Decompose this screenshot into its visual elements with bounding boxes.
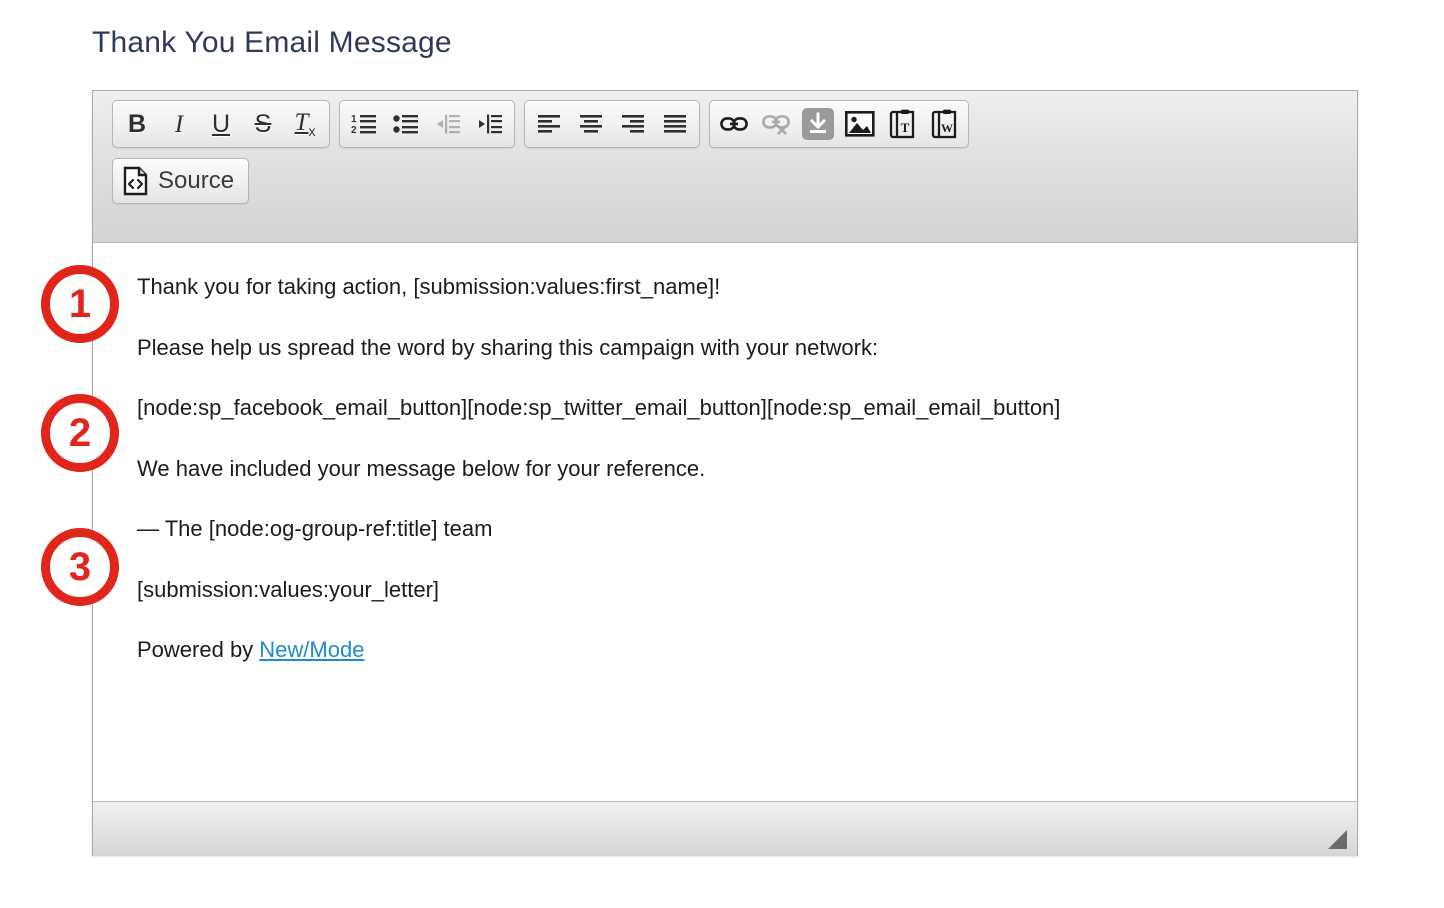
paste-from-word-button[interactable]: W bbox=[923, 103, 965, 145]
align-right-button[interactable] bbox=[612, 103, 654, 145]
toolbar-group-insert: T W bbox=[709, 100, 969, 148]
paste-as-text-button[interactable]: T bbox=[881, 103, 923, 145]
powered-by-prefix: Powered by bbox=[137, 637, 260, 662]
strikethrough-icon: S bbox=[254, 109, 272, 138]
align-center-button[interactable] bbox=[570, 103, 612, 145]
editor-statusbar bbox=[93, 801, 1357, 856]
link-button[interactable] bbox=[713, 103, 755, 145]
svg-text:W: W bbox=[941, 121, 953, 135]
align-left-button[interactable] bbox=[528, 103, 570, 145]
toolbar-row-1: B I U S Tx 1 2 T W bbox=[93, 100, 1357, 148]
message-paragraph-share-prompt: Please help us spread the word by sharin… bbox=[137, 334, 879, 360]
annotation-badge-1: 1 bbox=[41, 265, 119, 343]
source-button[interactable]: Source bbox=[112, 158, 250, 204]
italic-button[interactable]: I bbox=[158, 103, 200, 145]
svg-text:1: 1 bbox=[351, 114, 357, 125]
editor-toolbar: B I U S Tx 1 2 T W Source bbox=[93, 91, 1357, 243]
numbered-list-button[interactable]: 1 2 bbox=[343, 103, 385, 145]
align-justify-icon bbox=[664, 115, 686, 133]
align-right-icon bbox=[622, 115, 644, 133]
rich-text-editor: B I U S Tx 1 2 T W Source Thank you for … bbox=[92, 90, 1358, 856]
message-paragraph-greeting: Thank you for taking action, [submission… bbox=[137, 274, 721, 299]
toolbar-row-2: Source bbox=[93, 158, 1357, 204]
message-paragraph-reference: We have included your message below for … bbox=[137, 455, 706, 481]
underline-icon: U bbox=[211, 109, 231, 138]
message-paragraph-letter-token: [submission:values:your_letter] bbox=[137, 576, 440, 602]
message-paragraph-powered-by: Powered by New/Mode bbox=[137, 636, 1331, 664]
download-icon bbox=[802, 108, 834, 140]
new-mode-link[interactable]: New/Mode bbox=[259, 637, 364, 662]
align-justify-button[interactable] bbox=[654, 103, 696, 145]
bold-icon: B bbox=[127, 109, 147, 138]
underline-button[interactable]: U bbox=[200, 103, 242, 145]
remove-format-button[interactable]: Tx bbox=[284, 103, 326, 145]
message-paragraph-share-tokens: [node:sp_facebook_email_button][node:sp_… bbox=[137, 395, 1061, 420]
editor-content-area[interactable]: Thank you for taking action, [submission… bbox=[93, 243, 1357, 801]
unlink-button[interactable] bbox=[755, 103, 797, 145]
annotation-badge-3: 3 bbox=[41, 528, 119, 606]
toolbar-group-lists-indent: 1 2 bbox=[339, 100, 515, 148]
resize-grip-handle[interactable] bbox=[1328, 830, 1347, 849]
svg-text:2: 2 bbox=[351, 125, 357, 135]
increase-indent-button[interactable] bbox=[469, 103, 511, 145]
link-icon bbox=[720, 117, 748, 131]
bulleted-list-icon bbox=[393, 115, 418, 134]
strikethrough-button[interactable]: S bbox=[242, 103, 284, 145]
paste-text-icon: T bbox=[889, 109, 915, 139]
annotation-badge-2: 2 bbox=[41, 394, 119, 472]
insert-image-button[interactable] bbox=[839, 103, 881, 145]
align-left-icon bbox=[538, 115, 560, 133]
increase-indent-icon bbox=[479, 114, 502, 134]
source-code-icon bbox=[123, 166, 148, 196]
paste-word-icon: W bbox=[931, 109, 957, 139]
italic-icon: I bbox=[174, 110, 184, 138]
insert-template-button[interactable] bbox=[797, 103, 839, 145]
page-title: Thank You Email Message bbox=[92, 26, 452, 59]
image-icon bbox=[845, 111, 875, 137]
svg-text:T: T bbox=[901, 120, 910, 135]
decrease-indent-button[interactable] bbox=[427, 103, 469, 145]
numbered-list-icon: 1 2 bbox=[351, 114, 376, 135]
source-button-label: Source bbox=[158, 167, 235, 194]
bulleted-list-button[interactable] bbox=[385, 103, 427, 145]
bold-button[interactable]: B bbox=[116, 103, 158, 145]
message-paragraph-signature: — The [node:og-group-ref:title] team bbox=[137, 516, 493, 541]
toolbar-group-alignment bbox=[524, 100, 700, 148]
remove-format-icon: Tx bbox=[294, 109, 316, 139]
decrease-indent-icon bbox=[437, 114, 460, 134]
toolbar-group-text-styles: B I U S Tx bbox=[112, 100, 330, 148]
unlink-icon bbox=[762, 115, 790, 135]
align-center-icon bbox=[580, 115, 602, 133]
